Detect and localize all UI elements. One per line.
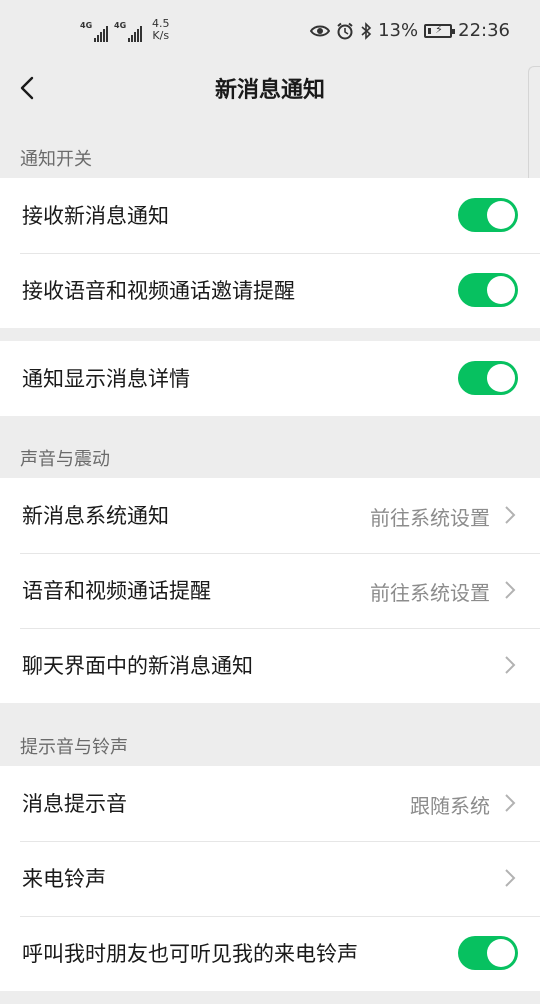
- chevron-right-icon: [505, 869, 516, 887]
- chevron-right-icon: [505, 581, 516, 599]
- chevron-right-icon: [505, 506, 516, 524]
- section-header-notify-switch: 通知开关: [20, 149, 92, 170]
- battery-percent: 13%: [378, 20, 419, 41]
- setting-row-receive-new-message[interactable]: 接收新消息通知: [0, 178, 540, 253]
- settings-card-sound: 新消息系统通知 前往系统设置 语音和视频通话提醒 前往系统设置 聊天界面中的新消…: [0, 478, 540, 703]
- receive-new-message-toggle[interactable]: [458, 198, 518, 232]
- settings-card-notify: 接收新消息通知 接收语音和视频通话邀请提醒: [0, 178, 540, 328]
- signal-icon: 4G: [80, 22, 108, 42]
- setting-label: 消息提示音: [22, 792, 127, 816]
- status-left: 4G 4G 4.5 K/s: [80, 18, 170, 42]
- show-message-details-toggle[interactable]: [458, 361, 518, 395]
- eye-icon: [310, 25, 331, 36]
- bluetooth-icon: [361, 21, 372, 40]
- alarm-icon: [337, 22, 353, 39]
- setting-row-system-notify[interactable]: 新消息系统通知 前往系统设置: [0, 478, 540, 553]
- section-header-sound-vibration: 声音与震动: [20, 449, 110, 470]
- setting-label: 接收语音和视频通话邀请提醒: [22, 279, 295, 303]
- friends-hear-ringtone-toggle[interactable]: [458, 936, 518, 970]
- signal-icon: 4G: [114, 22, 142, 42]
- setting-label: 呼叫我时朋友也可听见我的来电铃声: [22, 942, 358, 966]
- setting-value: 前往系统设置: [370, 506, 490, 530]
- status-bar: 4G 4G 4.5 K/s 13% ⚡ 22:36: [0, 0, 540, 62]
- setting-row-call-remind[interactable]: 语音和视频通话提醒 前往系统设置: [0, 553, 540, 628]
- setting-label: 接收新消息通知: [22, 204, 169, 228]
- setting-value: 跟随系统: [410, 794, 490, 818]
- signal-type-label: 4G: [114, 21, 127, 30]
- settings-card-tones: 消息提示音 跟随系统 来电铃声 呼叫我时朋友也可听见我的来电铃声: [0, 766, 540, 991]
- chevron-right-icon: [505, 656, 516, 674]
- section-header-tones: 提示音与铃声: [20, 737, 128, 758]
- setting-row-show-message-details[interactable]: 通知显示消息详情: [0, 341, 540, 416]
- signal-type-label: 4G: [80, 21, 93, 30]
- toggle-knob: [487, 201, 515, 229]
- battery-icon: ⚡: [424, 23, 456, 38]
- page-title: 新消息通知: [214, 78, 325, 103]
- setting-row-chat-notify[interactable]: 聊天界面中的新消息通知: [0, 628, 540, 703]
- setting-row-friends-hear-ringtone[interactable]: 呼叫我时朋友也可听见我的来电铃声: [0, 916, 540, 991]
- network-speed: 4.5 K/s: [152, 18, 170, 42]
- toggle-knob: [487, 276, 515, 304]
- setting-label: 通知显示消息详情: [22, 367, 190, 391]
- setting-label: 语音和视频通话提醒: [22, 579, 211, 603]
- setting-label: 来电铃声: [22, 867, 106, 891]
- setting-row-ringtone[interactable]: 来电铃声: [0, 841, 540, 916]
- network-speed-unit: K/s: [152, 29, 170, 42]
- chevron-right-icon: [505, 794, 516, 812]
- setting-row-receive-call-invites[interactable]: 接收语音和视频通话邀请提醒: [0, 253, 540, 328]
- setting-row-message-tone[interactable]: 消息提示音 跟随系统: [0, 766, 540, 841]
- setting-value: 前往系统设置: [370, 581, 490, 605]
- navigation-bar: 新消息通知: [0, 62, 540, 116]
- settings-card-details: 通知显示消息详情: [0, 341, 540, 416]
- setting-label: 聊天界面中的新消息通知: [22, 654, 253, 678]
- setting-label: 新消息系统通知: [22, 504, 169, 528]
- toggle-knob: [487, 939, 515, 967]
- receive-call-invites-toggle[interactable]: [458, 273, 518, 307]
- clock: 22:36: [458, 20, 510, 41]
- toggle-knob: [487, 364, 515, 392]
- status-right: 13% ⚡ 22:36: [310, 20, 510, 41]
